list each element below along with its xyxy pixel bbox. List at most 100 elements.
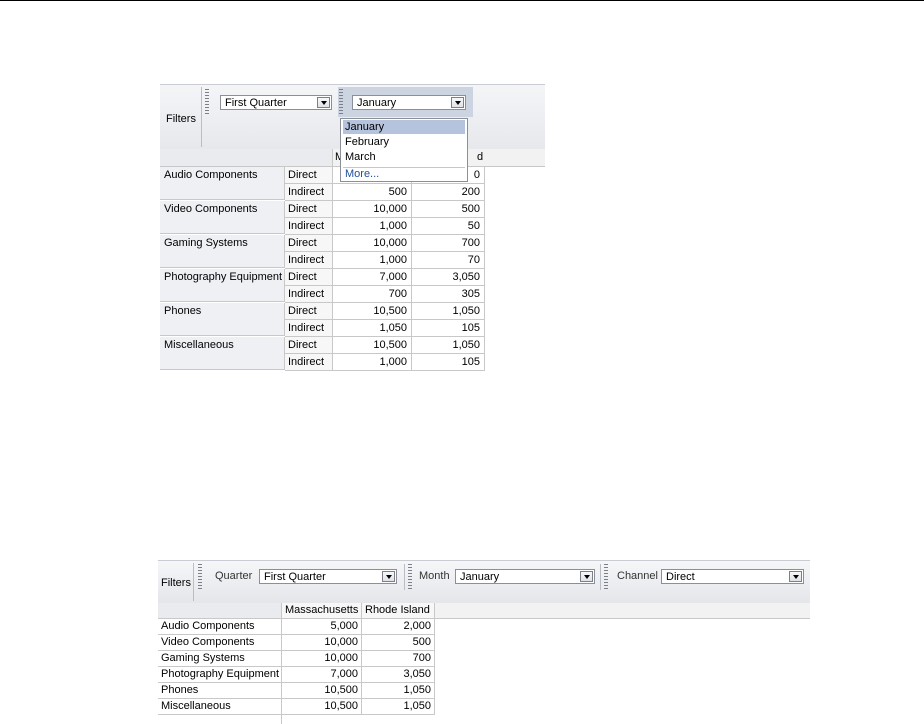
row-header-video-components: Video Components [160, 201, 285, 234]
channel-select-value: Direct [666, 571, 695, 583]
chevron-down-icon[interactable] [451, 97, 464, 108]
row-header-photography-equipment: Photography Equipment [158, 667, 282, 683]
chevron-down-icon[interactable] [382, 571, 395, 582]
value-cell: 5,000 [282, 619, 362, 635]
channel-direct: Direct [285, 303, 333, 320]
row-header-gaming-systems: Gaming Systems [158, 651, 282, 667]
pivot-grid: Massachusetts Rhode Island Audio Compone… [158, 603, 810, 724]
value-cell: 700 [362, 651, 435, 667]
channel-indirect: Indirect [285, 184, 333, 201]
value-cell: 7,000 [333, 269, 412, 286]
column-header-massachusetts: Massachusetts [282, 603, 362, 618]
channel-indirect: Indirect [285, 354, 333, 371]
value-cell: 305 [412, 286, 485, 303]
channel-indirect: Indirect [285, 320, 333, 337]
channel-select[interactable]: Direct [661, 569, 804, 584]
filters-divider [193, 563, 194, 601]
value-cell: 70 [412, 252, 485, 269]
value-cell: 1,050 [412, 303, 485, 320]
row-header-photography-equipment: Photography Equipment [160, 269, 285, 302]
value-cell: 50 [412, 218, 485, 235]
row-header-audio-components: Audio Components [160, 167, 285, 200]
value-cell: 200 [412, 184, 485, 201]
filter-separator [600, 564, 601, 590]
month-filter-label: Month [419, 570, 450, 582]
channel-direct: Direct [285, 269, 333, 286]
channel-indirect: Indirect [285, 286, 333, 303]
value-cell: 1,000 [333, 252, 412, 269]
channel-drag-handle-icon[interactable] [604, 564, 608, 590]
quarter-select[interactable]: First Quarter [259, 569, 397, 584]
filters-label: Filters [166, 113, 196, 125]
quarter-select[interactable]: First Quarter [220, 95, 332, 110]
month-select[interactable]: January [352, 95, 466, 110]
row-header-miscellaneous: Miscellaneous [160, 337, 285, 370]
value-cell: 700 [412, 235, 485, 252]
value-cell: 10,500 [282, 683, 362, 699]
value-cell: 10,000 [333, 201, 412, 218]
quarter-drag-handle-icon[interactable] [198, 564, 202, 590]
value-cell: 1,050 [333, 320, 412, 337]
value-cell: 105 [412, 354, 485, 371]
row-header-phones: Phones [160, 303, 285, 336]
month-select-value: January [357, 97, 397, 109]
channel-direct: Direct [285, 167, 333, 184]
value-cell: 10,500 [333, 303, 412, 320]
option-february[interactable]: February [343, 135, 465, 149]
row-header-video-components: Video Components [158, 635, 282, 651]
value-cell: 500 [333, 184, 412, 201]
chevron-down-icon[interactable] [317, 97, 330, 108]
value-cell: 7,000 [282, 667, 362, 683]
value-cell: 1,000 [333, 218, 412, 235]
filters-label: Filters [161, 577, 191, 589]
value-cell: 10,000 [282, 635, 362, 651]
value-cell: 10,000 [333, 235, 412, 252]
row-header-empty [158, 715, 282, 724]
value-cell: 10,500 [282, 699, 362, 715]
row-header-miscellaneous: Miscellaneous [158, 699, 282, 715]
month-drag-handle-icon[interactable] [408, 564, 412, 590]
value-cell: 500 [362, 635, 435, 651]
quarter-select-value: First Quarter [225, 97, 287, 109]
value-cell: 10,000 [282, 651, 362, 667]
value-cell: 1,000 [333, 354, 412, 371]
quarter-filter-label: Quarter [215, 570, 253, 582]
month-select[interactable]: January [455, 569, 595, 584]
quarter-drag-handle-icon[interactable] [205, 89, 209, 115]
option-january[interactable]: January [343, 120, 465, 134]
filters-divider [201, 87, 202, 147]
channel-filter-label: Channel [617, 570, 658, 582]
row-header-phones: Phones [158, 683, 282, 699]
value-cell: 700 [333, 286, 412, 303]
channel-indirect: Indirect [285, 252, 333, 269]
value-cell: 1,050 [412, 337, 485, 354]
option-march[interactable]: March [343, 150, 465, 164]
value-cell: 105 [412, 320, 485, 337]
filter-bar: Filters Quarter First Quarter Month Janu… [158, 560, 810, 604]
value-cell: 3,050 [362, 667, 435, 683]
chevron-down-icon[interactable] [789, 571, 802, 582]
channel-direct: Direct [285, 201, 333, 218]
page-top-rule [0, 0, 924, 1]
value-cell: 3,050 [412, 269, 485, 286]
row-header-gaming-systems: Gaming Systems [160, 235, 285, 268]
header-corner [158, 603, 282, 618]
chevron-down-icon[interactable] [580, 571, 593, 582]
column-header-rhode-island: Rhode Island [362, 603, 435, 618]
value-cell: 10,500 [333, 337, 412, 354]
row-header-audio-components: Audio Components [158, 619, 282, 635]
value-cell: 1,050 [362, 683, 435, 699]
value-cell: 1,050 [362, 699, 435, 715]
header-corner [160, 149, 333, 166]
quarter-select-value: First Quarter [264, 571, 326, 583]
month-drag-handle-icon[interactable] [339, 89, 343, 115]
value-cell: 500 [412, 201, 485, 218]
channel-indirect: Indirect [285, 218, 333, 235]
channel-direct: Direct [285, 235, 333, 252]
value-cell: 2,000 [362, 619, 435, 635]
option-more[interactable]: More... [343, 167, 465, 181]
month-dropdown-list: January February March More... [340, 118, 468, 182]
pivot-table-filtered: Filters Quarter First Quarter Month Janu… [158, 560, 810, 724]
channel-direct: Direct [285, 337, 333, 354]
column-header-rhode-island: d [477, 151, 484, 163]
